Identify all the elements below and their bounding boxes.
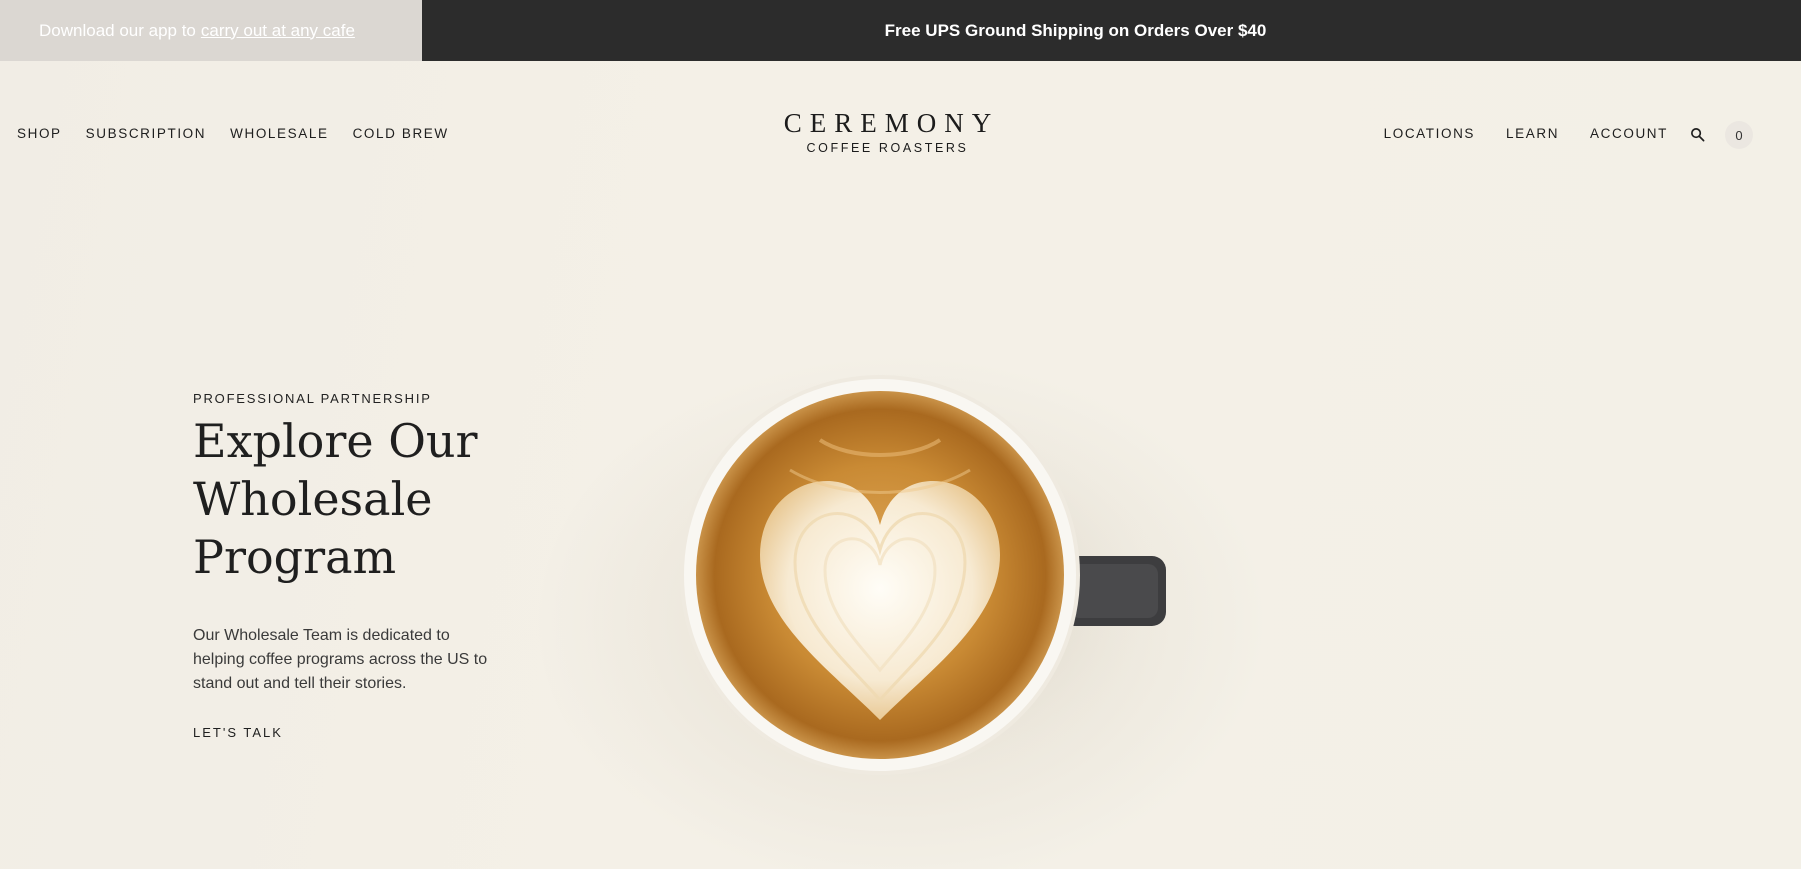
- app-download-text: Download our app to: [39, 20, 196, 40]
- cart-button[interactable]: 0: [1725, 121, 1753, 149]
- nav-item-subscription[interactable]: SUBSCRIPTION: [86, 126, 206, 141]
- app-download-banner: Download our app to carry out at any caf…: [0, 0, 422, 61]
- nav-item-account[interactable]: ACCOUNT: [1590, 126, 1668, 141]
- hero-headline: Explore Our Wholesale Program: [193, 414, 478, 584]
- nav-item-locations[interactable]: LOCATIONS: [1384, 126, 1475, 141]
- announcement-bar: Download our app to carry out at any caf…: [0, 0, 1801, 61]
- primary-nav-left: SHOP SUBSCRIPTION WHOLESALE COLD BREW: [17, 126, 449, 141]
- nav-item-learn[interactable]: LEARN: [1506, 126, 1559, 141]
- search-icon[interactable]: [1690, 127, 1705, 142]
- shipping-text: Free UPS Ground Shipping on Orders Over …: [884, 20, 1267, 40]
- latte-cup-image: [680, 375, 1180, 790]
- nav-item-wholesale[interactable]: WHOLESALE: [230, 126, 328, 141]
- logo-tagline: COFFEE ROASTERS: [806, 141, 969, 155]
- nav-item-shop[interactable]: SHOP: [17, 126, 62, 141]
- shipping-banner: Free UPS Ground Shipping on Orders Over …: [422, 0, 1801, 61]
- lets-talk-link[interactable]: LET'S TALK: [193, 725, 283, 740]
- hero-eyebrow: PROFESSIONAL PARTNERSHIP: [193, 391, 432, 406]
- site-logo[interactable]: CEREMONY COFFEE ROASTERS: [760, 108, 1015, 155]
- primary-nav-right: LOCATIONS LEARN ACCOUNT: [1384, 126, 1668, 141]
- hero-description: Our Wholesale Team is dedicated to helpi…: [193, 627, 488, 692]
- carry-out-link[interactable]: carry out at any cafe: [201, 21, 355, 41]
- logo-wordmark: CEREMONY: [783, 108, 1000, 138]
- nav-item-cold-brew[interactable]: COLD BREW: [353, 126, 449, 141]
- cart-count: 0: [1735, 127, 1743, 143]
